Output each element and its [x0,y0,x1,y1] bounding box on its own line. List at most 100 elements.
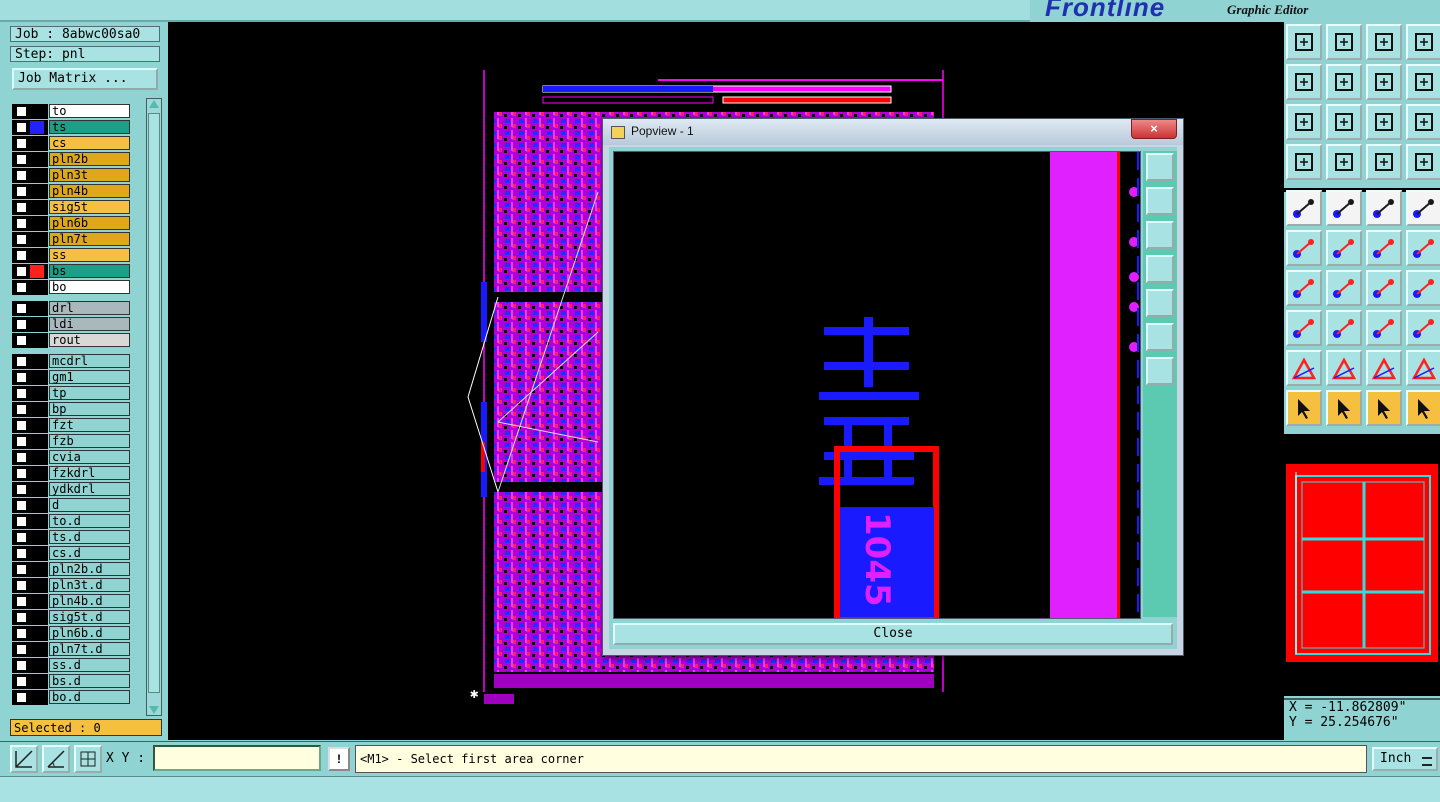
layer-color-swatch[interactable] [30,467,44,480]
layer-color-swatch[interactable] [30,121,44,134]
layer-name[interactable]: bo.d [49,690,130,704]
layer-name[interactable]: fzb [49,434,130,448]
unit-select[interactable]: Inch [1372,747,1438,771]
line-icon[interactable] [1286,270,1322,306]
select-feature-icon[interactable] [1286,190,1322,226]
layer-color-swatch[interactable] [30,371,44,384]
layer-name[interactable]: pln3t.d [49,578,130,592]
text-icon[interactable] [1406,270,1440,306]
message-icon[interactable]: ! [328,747,350,771]
layer-color-swatch[interactable] [30,265,44,278]
layer-name[interactable]: ldi [49,317,130,331]
layer-checkbox[interactable] [16,692,27,703]
layer-row[interactable]: cs [12,136,134,151]
measure-icon[interactable] [1286,144,1322,180]
layer-color-swatch[interactable] [30,531,44,544]
layer-name[interactable]: pln7t.d [49,642,130,656]
layer-row[interactable]: pln3t [12,168,134,183]
pv-zoom-in-icon[interactable] [1146,187,1174,215]
menu-bar[interactable] [0,0,1030,22]
layer-checkbox[interactable] [16,319,27,330]
pv-center-icon[interactable] [1146,357,1174,385]
arc-icon[interactable] [1366,270,1402,306]
layer-checkbox[interactable] [16,122,27,133]
layer-color-swatch[interactable] [30,233,44,246]
layer-row[interactable]: pln4b [12,184,134,199]
layer-name[interactable]: bs.d [49,674,130,688]
layer-name[interactable]: ss [49,248,130,262]
layer-checkbox[interactable] [16,660,27,671]
layer-color-swatch[interactable] [30,169,44,182]
zoom-fit-icon[interactable] [1286,104,1322,140]
layer-color-swatch[interactable] [30,318,44,331]
layer-color-swatch[interactable] [30,419,44,432]
scroll-down-icon[interactable] [149,706,159,714]
layer-checkbox[interactable] [16,106,27,117]
snap-grid-icon[interactable] [10,745,38,773]
layer-checkbox[interactable] [16,266,27,277]
triangle-add-icon[interactable] [1326,350,1362,386]
layer-name[interactable]: sig5t.d [49,610,130,624]
layer-name[interactable]: pln2b [49,152,130,166]
layer-checkbox[interactable] [16,628,27,639]
layer-row[interactable]: cvia [12,450,134,465]
line-angle-icon[interactable] [1326,270,1362,306]
ruler-icon[interactable] [1366,190,1402,226]
layer-checkbox[interactable] [16,468,27,479]
popview-titlebar[interactable]: Popview - 1 × [603,119,1183,145]
layer-name[interactable]: fzkdrl [49,466,130,480]
layer-row[interactable]: gm1 [12,370,134,385]
layer-checkbox[interactable] [16,170,27,181]
move-point-icon[interactable] [1366,230,1402,266]
layer-name[interactable]: mcdrl [49,354,130,368]
layer-checkbox[interactable] [16,218,27,229]
layer-checkbox[interactable] [16,154,27,165]
zoom-in-icon[interactable] [1286,24,1322,60]
layer-checkbox[interactable] [16,388,27,399]
snap-node-icon[interactable] [1366,144,1402,180]
layer-color-swatch[interactable] [30,387,44,400]
layer-checkbox[interactable] [16,436,27,447]
pv-fit-icon[interactable] [1146,323,1174,351]
layer-name[interactable]: gm1 [49,370,130,384]
pan-left-icon[interactable] [1286,64,1322,100]
layer-name[interactable]: ts.d [49,530,130,544]
layer-row[interactable]: rout [12,333,134,348]
layer-row[interactable]: bs [12,264,134,279]
help-icon[interactable] [1406,104,1440,140]
zoom-window-icon[interactable] [1406,24,1440,60]
layer-name[interactable]: to.d [49,514,130,528]
layer-color-swatch[interactable] [30,659,44,672]
layer-color-swatch[interactable] [30,334,44,347]
pv-zoom-fit-icon[interactable] [1146,153,1174,181]
layer-name[interactable]: cs [49,136,130,150]
layer-name[interactable]: cs.d [49,546,130,560]
layer-color-swatch[interactable] [30,403,44,416]
layer-name[interactable]: ss.d [49,658,130,672]
layer-name[interactable]: bs [49,264,130,278]
select-pick-icon[interactable] [1326,390,1362,426]
layer-row[interactable]: fzkdrl [12,466,134,481]
redraw-icon[interactable] [1406,64,1440,100]
layer-color-swatch[interactable] [30,483,44,496]
layer-checkbox[interactable] [16,282,27,293]
layer-row[interactable]: pln4b.d [12,594,134,609]
layer-checkbox[interactable] [16,372,27,383]
connect-icon[interactable] [1286,230,1322,266]
layer-checkbox[interactable] [16,186,27,197]
layer-row[interactable]: fzb [12,434,134,449]
layer-checkbox[interactable] [16,564,27,575]
pv-zoom-out-icon[interactable] [1146,221,1174,249]
layer-checkbox[interactable] [16,356,27,367]
layer-color-swatch[interactable] [30,499,44,512]
layer-color-swatch[interactable] [30,611,44,624]
layer-row[interactable]: d [12,498,134,513]
job-matrix-button[interactable]: Job Matrix ... [12,68,158,90]
select-arrow-icon[interactable] [1286,390,1322,426]
layer-row[interactable]: pln3t.d [12,578,134,593]
layer-name[interactable]: drl [49,301,130,315]
layer-checkbox[interactable] [16,676,27,687]
pan-right-icon[interactable] [1326,64,1362,100]
layer-name[interactable]: sig5t [49,200,130,214]
layer-checkbox[interactable] [16,548,27,559]
